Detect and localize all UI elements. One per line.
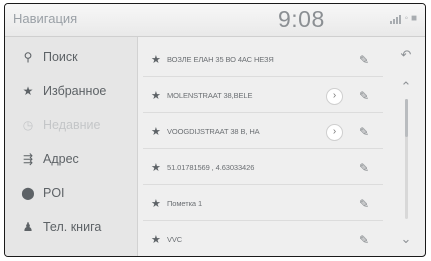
scrollbar-track[interactable] bbox=[405, 99, 408, 219]
sidebar-item-label: POI bbox=[43, 186, 65, 200]
scroll-down-button[interactable]: ⌄ bbox=[396, 229, 416, 249]
signal-icon bbox=[389, 15, 401, 24]
favorite-row[interactable]: ★ VOOGDIJSTRAAT 38 B, HA › ✎ bbox=[143, 115, 383, 149]
sidebar-item-label: Недавние bbox=[43, 118, 101, 132]
screen-title: Навигация bbox=[13, 11, 78, 26]
star-icon: ★ bbox=[151, 234, 161, 246]
edit-icon[interactable]: ✎ bbox=[355, 87, 373, 105]
sidebar-item-label: Избранное bbox=[43, 84, 107, 98]
edit-icon[interactable]: ✎ bbox=[355, 231, 373, 249]
favorite-name: ВОЗЛЕ ЕЛАН 35 ВО 4АС НЕЗЯ bbox=[167, 55, 274, 64]
favorites-list: ★ ВОЗЛЕ ЕЛАН 35 ВО 4АС НЕЗЯ ✎ ★ MOLENSTRAAT … bbox=[143, 37, 383, 256]
scroll-up-button[interactable]: ⌃ bbox=[396, 77, 416, 97]
star-icon: ★ bbox=[22, 84, 34, 98]
status-indicators: ◦ ■ bbox=[389, 13, 417, 24]
details-button[interactable]: › bbox=[326, 124, 343, 141]
star-icon: ★ bbox=[151, 126, 161, 138]
favorite-name: MOLENSTRAAT 38,BELE bbox=[167, 91, 253, 100]
sidebar-item[interactable]: ⇶ Адрес bbox=[5, 142, 137, 176]
star-icon: ★ bbox=[151, 90, 161, 102]
edit-icon[interactable]: ✎ bbox=[355, 51, 373, 69]
star-icon: ★ bbox=[151, 162, 161, 174]
sidebar-item[interactable]: ⚲ Поиск bbox=[5, 40, 137, 74]
clock: 9:08 bbox=[278, 6, 325, 32]
favorite-row[interactable]: ★ ВОЗЛЕ ЕЛАН 35 ВО 4АС НЕЗЯ ✎ bbox=[143, 43, 383, 77]
edit-icon[interactable]: ✎ bbox=[355, 123, 373, 141]
back-button[interactable]: ↶ bbox=[396, 45, 416, 65]
address-icon: ⇶ bbox=[22, 152, 34, 166]
star-icon: ★ bbox=[151, 198, 161, 210]
list-controls: ↶ ⌃ ⌄ bbox=[387, 37, 425, 256]
favorite-name: Пометка 1 bbox=[167, 199, 203, 208]
details-button[interactable]: › bbox=[326, 88, 343, 105]
edit-icon[interactable]: ✎ bbox=[355, 195, 373, 213]
sidebar-item-label: Адрес bbox=[43, 152, 79, 166]
sidebar-item-label: Тел. книга bbox=[43, 220, 102, 234]
person-icon: ♟ bbox=[22, 220, 34, 234]
sidebar-item-label: Поиск bbox=[43, 50, 78, 64]
history-icon: ◷ bbox=[22, 118, 34, 132]
sidebar-menu: ⚲ Поиск ★ Избранное ◷ Недавние ⇶ Адрес ⬤ POI ♟ Тел.… bbox=[5, 37, 138, 256]
scrollbar-thumb[interactable] bbox=[405, 99, 408, 137]
search-icon: ⚲ bbox=[23, 50, 33, 64]
favorite-row[interactable]: ★ 51.01781569 , 4.63033426 ✎ bbox=[143, 151, 383, 185]
header-bar: Навигация 9:08 ◦ ■ bbox=[5, 4, 425, 37]
favorite-row[interactable]: ★ Пометка 1 ✎ bbox=[143, 187, 383, 221]
favorite-name: VOOGDIJSTRAAT 38 B, HA bbox=[167, 127, 260, 136]
edit-icon[interactable]: ✎ bbox=[355, 159, 373, 177]
favorite-row[interactable]: ★ MOLENSTRAAT 38,BELE › ✎ bbox=[143, 79, 383, 113]
sidebar-item[interactable]: ⬤ POI bbox=[5, 176, 137, 210]
sidebar-item[interactable]: ♟ Тел. книга bbox=[5, 210, 137, 244]
status-glyphs: ◦ ■ bbox=[404, 13, 417, 24]
screen-frame: Навигация 9:08 ◦ ■ ⚲ Поиск ★ Избранное ◷ Неда… bbox=[4, 3, 426, 257]
star-icon: ★ bbox=[151, 54, 161, 66]
sidebar-item: ◷ Недавние bbox=[5, 108, 137, 142]
pin-icon: ⬤ bbox=[21, 186, 35, 200]
favorite-name: 51.01781569 , 4.63033426 bbox=[167, 163, 255, 172]
favorite-row[interactable]: ★ VVC ✎ bbox=[143, 223, 383, 256]
favorite-name: VVC bbox=[167, 235, 183, 244]
sidebar-item[interactable]: ★ Избранное bbox=[5, 74, 137, 108]
